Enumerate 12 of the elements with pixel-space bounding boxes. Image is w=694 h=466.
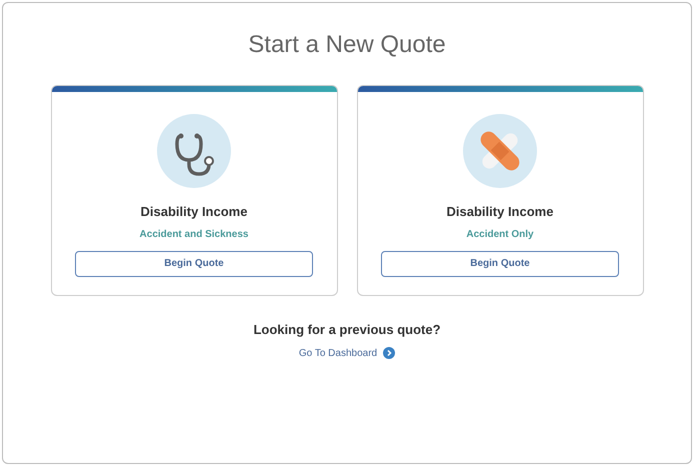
page-title: Start a New Quote <box>248 30 446 60</box>
begin-quote-button[interactable]: Begin Quote <box>381 250 619 276</box>
card-title: Disability Income <box>140 203 248 221</box>
card-subtitle: Accident Only <box>466 228 534 242</box>
bandage-icon <box>463 114 537 188</box>
card-title: Disability Income <box>446 203 554 221</box>
previous-quote-question: Looking for a previous quote? <box>253 321 441 339</box>
begin-quote-button[interactable]: Begin Quote <box>75 250 313 276</box>
stethoscope-icon <box>157 114 231 188</box>
dashboard-link[interactable]: Go To Dashboard <box>298 346 378 360</box>
chevron-right-icon <box>383 347 396 359</box>
card-subtitle: Accident and Sickness <box>140 228 248 242</box>
